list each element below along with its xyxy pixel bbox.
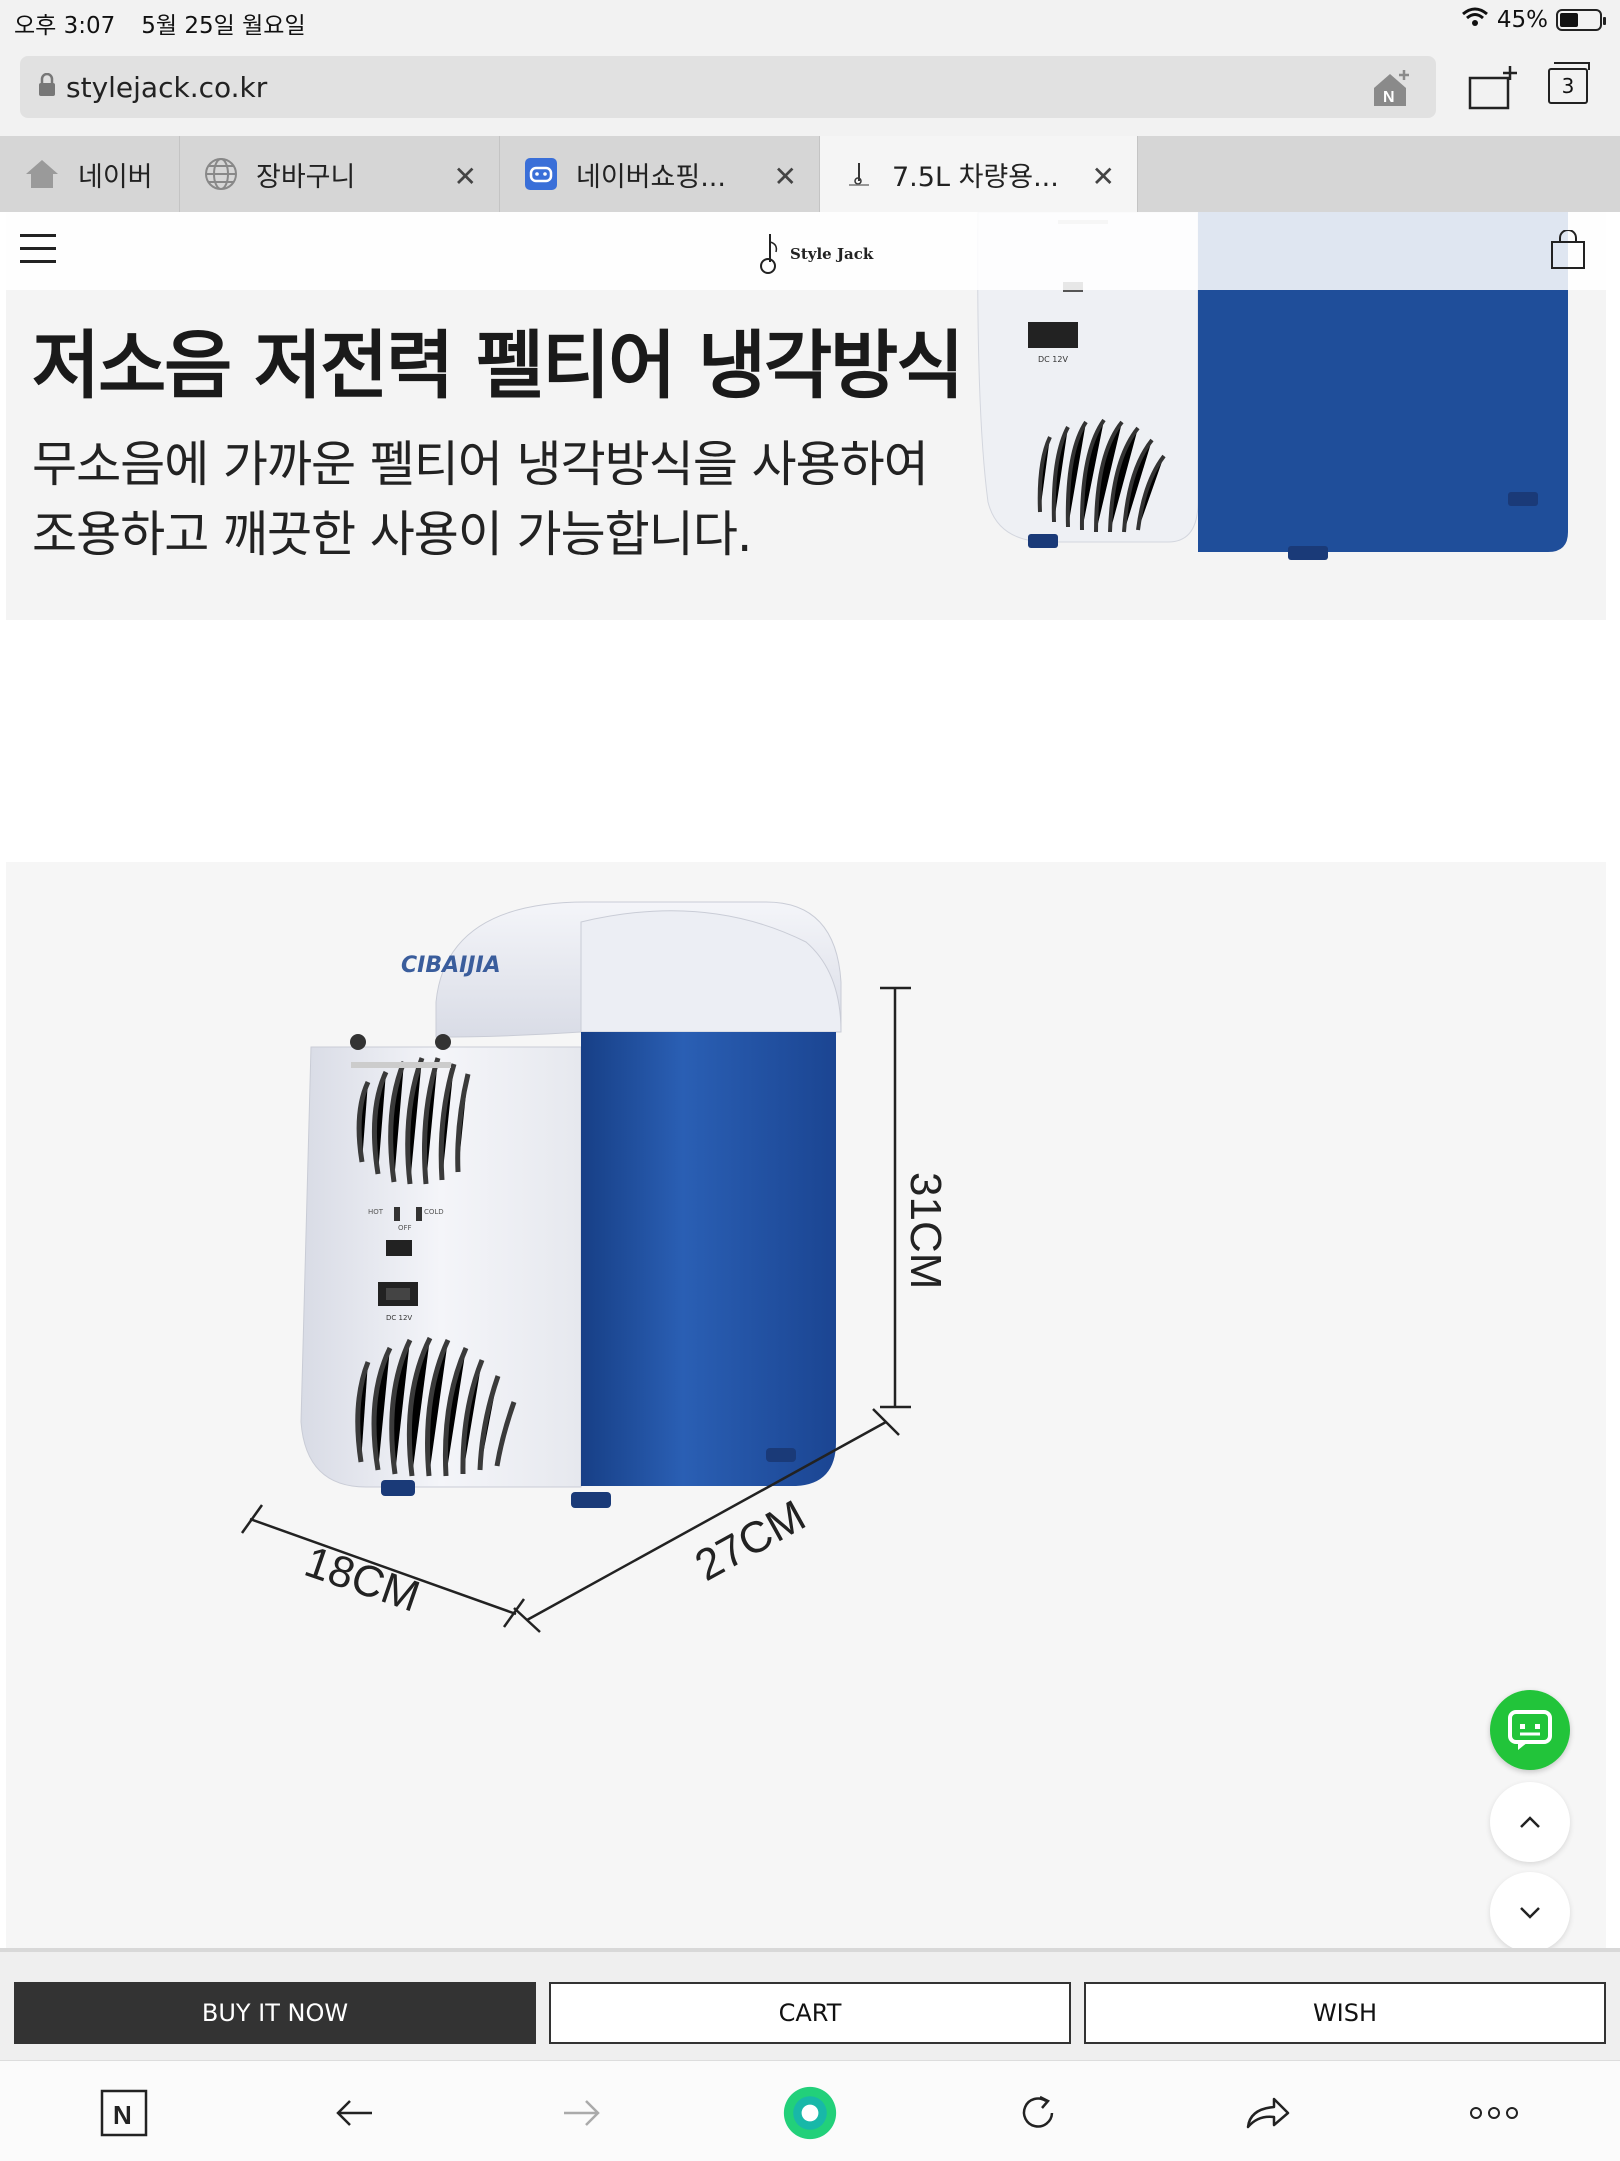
chat-icon bbox=[1508, 1710, 1552, 1750]
site-favicon-icon bbox=[844, 159, 874, 189]
switch-hot-label: HOT bbox=[368, 1208, 384, 1216]
chevron-up-icon bbox=[1520, 1816, 1540, 1828]
switch-off-label: OFF bbox=[398, 1224, 412, 1232]
address-bar-row: stylejack.co.kr N 3 bbox=[0, 42, 1620, 136]
scroll-up-button[interactable] bbox=[1490, 1782, 1570, 1862]
banner-line-1: 무소음에 가까운 펠티어 냉각방식을 사용하여 bbox=[32, 436, 929, 493]
shopping-icon bbox=[524, 157, 558, 191]
green-dot-home-icon[interactable] bbox=[782, 2085, 838, 2141]
status-time: 오후 3:07 bbox=[14, 13, 116, 39]
status-bar: 오후 3:07 5월 25일 월요일 45% bbox=[0, 0, 1620, 42]
new-tab-icon[interactable] bbox=[1468, 64, 1520, 114]
banner-line-2: 조용하고 깨끗한 사용이 가능합니다. bbox=[32, 506, 753, 563]
tab-naver[interactable]: 네이버 bbox=[0, 136, 180, 212]
close-icon[interactable]: ✕ bbox=[774, 160, 797, 193]
banner-headline: 저소음 저전력 펠티어 냉각방식 bbox=[32, 323, 964, 409]
close-icon[interactable]: ✕ bbox=[1092, 160, 1115, 193]
add-to-home-icon[interactable]: N bbox=[1370, 68, 1414, 112]
banner-description: 무소음에 가까운 펠티어 냉각방식을 사용하여 조용하고 깨끗한 사용이 가능합… bbox=[32, 430, 929, 570]
svg-text:N: N bbox=[113, 2100, 132, 2130]
product-dimension-photo: CIBAIJIA HOT COLD OFF DC 12V 31CM 27CM 1… bbox=[6, 862, 1606, 1948]
tab-count-button[interactable]: 3 bbox=[1548, 62, 1590, 104]
naver-home-icon[interactable]: N bbox=[96, 2085, 152, 2141]
height-dimension-label: 31CM bbox=[901, 1172, 950, 1289]
tab-cart[interactable]: 장바구니 ✕ bbox=[180, 136, 500, 212]
tab-label: 네이버쇼핑... bbox=[576, 161, 726, 193]
wish-button[interactable]: WISH bbox=[1084, 1982, 1606, 2044]
cart-button[interactable]: CART bbox=[549, 1982, 1071, 2044]
scroll-down-button[interactable] bbox=[1490, 1872, 1570, 1948]
tab-label: 장바구니 bbox=[256, 161, 356, 193]
fridge-image: CIBAIJIA HOT COLD OFF DC 12V 31CM 27CM 1… bbox=[240, 901, 950, 1633]
globe-icon bbox=[204, 157, 238, 191]
close-icon[interactable]: ✕ bbox=[454, 160, 477, 193]
tab-naver-shopping[interactable]: 네이버쇼핑... ✕ bbox=[500, 136, 820, 212]
lock-icon bbox=[38, 72, 56, 101]
depth-dimension-label: 27CM bbox=[687, 1491, 813, 1591]
menu-icon[interactable] bbox=[20, 234, 56, 264]
refresh-icon[interactable] bbox=[1010, 2085, 1066, 2141]
web-content: Style Jack 저소음 저전력 펠티어 냉각방식 무소음에 가까운 펠티어… bbox=[0, 212, 1620, 1948]
tab-product[interactable]: 7.5L 차량용... ✕ bbox=[820, 136, 1138, 212]
status-date: 5월 25일 월요일 bbox=[141, 13, 306, 39]
tab-label: 네이버 bbox=[78, 161, 153, 193]
battery-icon bbox=[1556, 9, 1606, 31]
battery-percent: 45% bbox=[1496, 7, 1548, 33]
switch-cold-label: COLD bbox=[424, 1208, 444, 1216]
logo-text: Style Jack bbox=[790, 245, 874, 263]
buy-now-button[interactable]: BUY IT NOW bbox=[14, 1982, 536, 2044]
browser-toolbar: N bbox=[0, 2060, 1620, 2161]
share-icon[interactable] bbox=[1240, 2085, 1296, 2141]
wifi-icon bbox=[1461, 6, 1489, 34]
back-arrow-icon[interactable] bbox=[326, 2085, 382, 2141]
power-label: DC 12V bbox=[386, 1314, 412, 1322]
more-icon[interactable] bbox=[1466, 2085, 1522, 2141]
svg-text:N: N bbox=[1383, 89, 1395, 106]
tab-strip: 네이버 장바구니 ✕ 네이버쇼핑... ✕ 7.5L 차량용... ✕ bbox=[0, 136, 1620, 213]
chat-button[interactable] bbox=[1490, 1690, 1570, 1770]
chevron-down-icon bbox=[1520, 1907, 1540, 1919]
purchase-action-bar: BUY IT NOW CART WISH bbox=[0, 1948, 1620, 2060]
home-icon bbox=[24, 158, 60, 190]
brand-label: CIBAIJIA bbox=[401, 953, 501, 978]
width-dimension-label: 18CM bbox=[299, 1537, 426, 1622]
svg-text:DC 12V: DC 12V bbox=[1038, 355, 1068, 364]
site-logo[interactable]: Style Jack bbox=[758, 232, 873, 276]
site-header: Style Jack bbox=[0, 212, 1620, 290]
address-bar[interactable]: stylejack.co.kr N bbox=[20, 56, 1436, 118]
shopping-bag-icon[interactable] bbox=[1548, 229, 1588, 274]
url-text: stylejack.co.kr bbox=[66, 70, 268, 104]
forward-arrow-icon[interactable] bbox=[554, 2085, 610, 2141]
tab-label: 7.5L 차량용... bbox=[892, 161, 1059, 193]
